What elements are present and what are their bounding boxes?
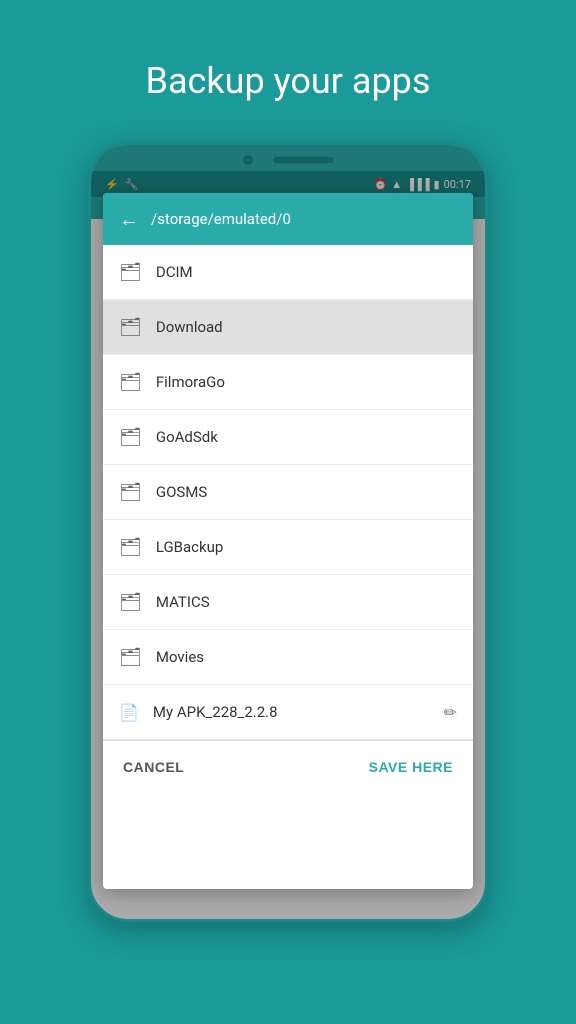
file-item-gosms[interactable]: 🗂 GOSMS <box>103 465 473 520</box>
dialog-back-icon[interactable]: ← <box>119 207 139 232</box>
file-name-myapk: My APK_228_2.2.8 <box>153 703 430 721</box>
file-name-movies: Movies <box>156 648 457 666</box>
file-item-download[interactable]: 🗂 Download <box>103 300 473 355</box>
phone-shell: ⚡ 🔧 ⏰ ▲ ▐▐▐ ▮ 00:17 ← My APK M In U P R … <box>88 142 488 922</box>
folder-icon-dcim: 🗂 <box>119 262 142 283</box>
folder-icon-matics: 🗂 <box>119 592 142 613</box>
file-item-dcim[interactable]: 🗂 DCIM <box>103 245 473 300</box>
file-item-matics[interactable]: 🗂 MATICS <box>103 575 473 630</box>
file-icon-myapk: 📄 <box>119 703 139 722</box>
file-name-filmorago: FilmoraGo <box>156 373 457 391</box>
folder-icon-download: 🗂 <box>119 317 142 338</box>
file-name-download: Download <box>156 318 457 336</box>
folder-icon-lgbackup: 🗂 <box>119 537 142 558</box>
folder-icon-goadsdk: 🗂 <box>119 427 142 448</box>
dialog-overlay: ← /storage/emulated/0 🗂 DCIM 🗂 Download … <box>91 145 485 919</box>
dialog-footer: CANCEL SAVE HERE <box>103 740 473 792</box>
file-list: 🗂 DCIM 🗂 Download 🗂 FilmoraGo 🗂 GoAdSdk <box>103 245 473 740</box>
dialog-path-label: /storage/emulated/0 <box>151 210 291 228</box>
file-item-movies[interactable]: 🗂 Movies <box>103 630 473 685</box>
file-name-gosms: GOSMS <box>156 483 457 501</box>
file-name-matics: MATICS <box>156 593 457 611</box>
dialog-header: ← /storage/emulated/0 <box>103 193 473 245</box>
folder-icon-movies: 🗂 <box>119 647 142 668</box>
save-here-button[interactable]: SAVE HERE <box>369 759 453 775</box>
file-item-lgbackup[interactable]: 🗂 LGBackup <box>103 520 473 575</box>
file-name-lgbackup: LGBackup <box>156 538 457 556</box>
file-item-filmorago[interactable]: 🗂 FilmoraGo <box>103 355 473 410</box>
cancel-button[interactable]: CANCEL <box>123 759 184 775</box>
file-item-myapk[interactable]: 📄 My APK_228_2.2.8 ✏ <box>103 685 473 740</box>
file-item-goadsdk[interactable]: 🗂 GoAdSdk <box>103 410 473 465</box>
folder-icon-gosms: 🗂 <box>119 482 142 503</box>
edit-icon-myapk[interactable]: ✏ <box>444 703 457 722</box>
folder-icon-filmorago: 🗂 <box>119 372 142 393</box>
file-picker-dialog: ← /storage/emulated/0 🗂 DCIM 🗂 Download … <box>103 193 473 889</box>
page-title: Backup your apps <box>146 60 431 102</box>
file-name-goadsdk: GoAdSdk <box>156 428 457 446</box>
file-name-dcim: DCIM <box>156 263 457 281</box>
